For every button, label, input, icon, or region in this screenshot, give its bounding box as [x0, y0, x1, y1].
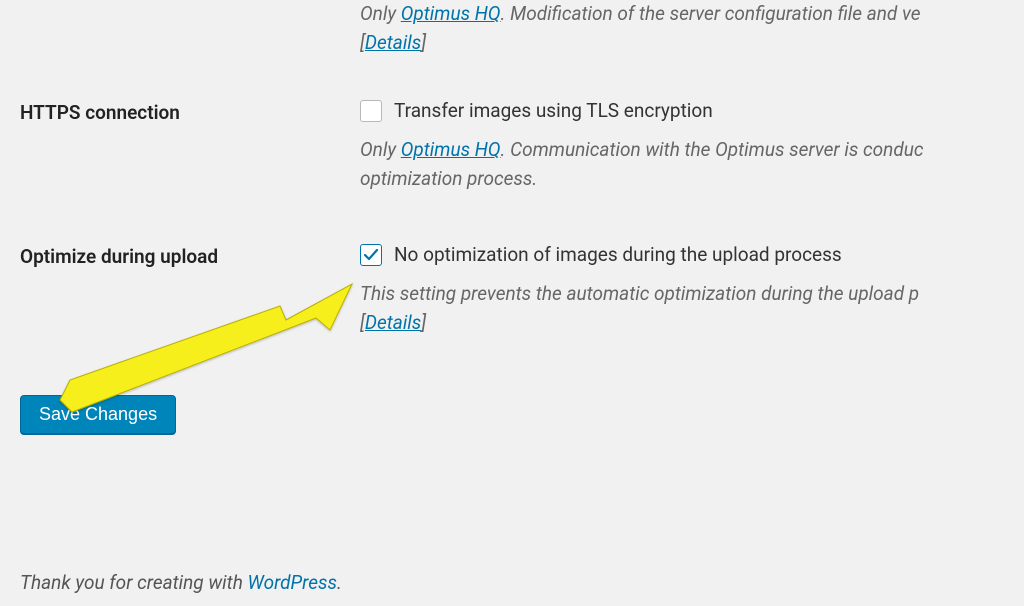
https-desc: Only Optimus HQ. Communication with the …: [360, 136, 1004, 165]
https-label: HTTPS connection: [20, 99, 360, 124]
wordpress-link[interactable]: WordPress: [248, 571, 338, 594]
optimize-checkbox-label: No optimization of images during the upl…: [394, 243, 842, 266]
check-icon: [363, 247, 379, 263]
prev-section-desc: Only Optimus HQ. Modification of the ser…: [360, 0, 1004, 29]
details-link-prev[interactable]: Details: [365, 31, 421, 54]
https-checkbox-label: Transfer images using TLS encryption: [394, 99, 713, 122]
footer-credit: Thank you for creating with WordPress.: [20, 571, 342, 594]
optimize-desc: This setting prevents the automatic opti…: [360, 280, 1004, 309]
optimus-hq-link-2[interactable]: Optimus HQ: [401, 138, 501, 161]
https-checkbox[interactable]: [360, 100, 382, 122]
details-link-optimize[interactable]: Details: [365, 311, 421, 334]
optimize-checkbox[interactable]: [360, 244, 382, 266]
optimize-label: Optimize during upload: [20, 243, 360, 268]
save-changes-button[interactable]: Save Changes: [20, 395, 176, 434]
optimus-hq-link[interactable]: Optimus HQ: [401, 2, 501, 25]
